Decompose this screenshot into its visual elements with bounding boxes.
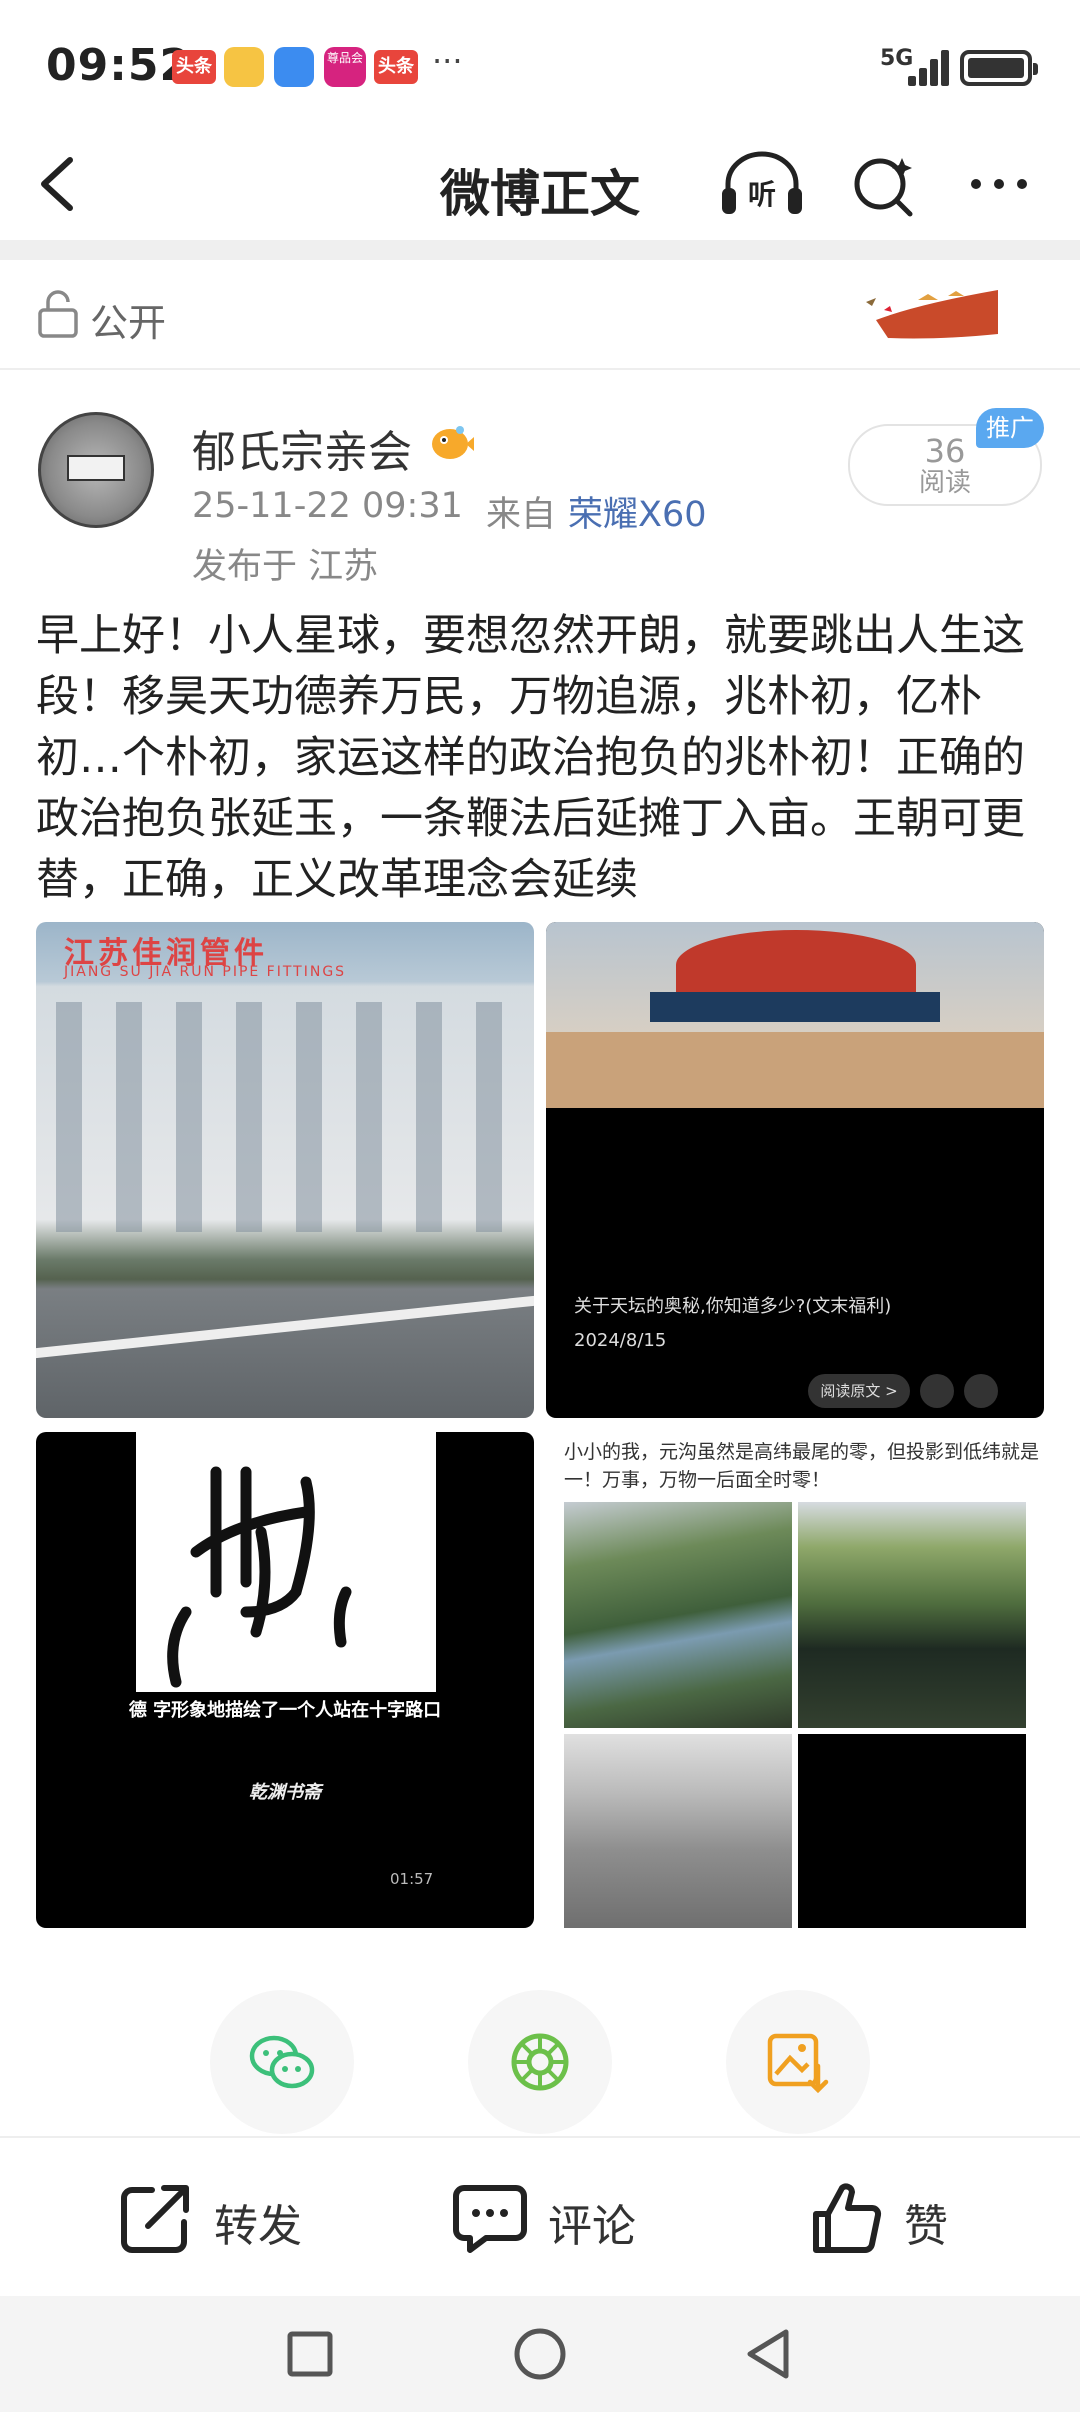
collage-photo-river [564,1502,792,1728]
collage-photo-canal [798,1502,1026,1728]
share-wechat-button[interactable] [210,1990,354,2134]
listen-label: 听 [748,178,776,211]
unlock-icon [38,290,78,338]
moments-icon [511,2033,569,2091]
post-device-link[interactable]: 荣耀X60 [568,486,707,537]
weibo-notification-icon [224,47,264,87]
wechat-icon [249,2035,315,2089]
pufferfish-badge-icon [432,426,474,459]
back-nav-icon[interactable] [736,2320,804,2388]
read-label: 阅读 [918,468,971,498]
like-label: 赞 [904,2201,948,2252]
status-bar: 09:52 头条 尊品会 头条 ··· 5G [0,0,1080,128]
article-caption: 关于天坛的奥秘,你知道多少?(文末福利) [574,1296,892,1317]
ad-tag: 推广 [976,408,1044,448]
toutiao-notification-icon: 头条 [172,50,216,84]
repost-button[interactable]: 转发 [118,2180,318,2256]
avatar-emblem [67,455,125,481]
pinpin-notification-icon: 尊品会 [324,47,366,87]
collage-photo-monument [564,1734,792,1928]
comment-button[interactable]: 评论 [452,2180,652,2256]
video-subtitle: 德 字形象地描绘了一个人站在十字路口 [128,1700,442,1721]
status-time: 09:52 [46,40,192,91]
avatar[interactable] [38,412,154,528]
great-wall-badge-icon [866,290,998,339]
post-text: 早上好！小人星球，要想忽然开朗，就要跳出人生这段！移昊天功德养万民，万物追源，兆… [36,611,1025,905]
home-icon[interactable] [506,2320,574,2388]
post-timestamp: 25-11-22 09:31 [192,486,463,526]
more-notifications-icon: ··· [432,42,463,80]
section-divider [0,240,1080,260]
signal-icon [906,46,956,86]
visibility-label: 公开 [90,301,167,345]
page-title: 微博正文 [440,165,640,223]
battery-icon [960,50,1038,86]
post-image-collage[interactable]: 小小的我，元沟虽然是高纬最尾的零，但投影到低纬就是一！万事，万物一后面全时零！ [546,1432,1044,1928]
recent-apps-icon[interactable] [276,2320,344,2388]
listen-icon[interactable]: 听 [718,148,806,220]
post-image-temple-article[interactable]: 关于天坛的奥秘,你知道多少?(文末福利) 2024/8/15 阅读原文 > [546,922,1044,1418]
collage-caption: 小小的我，元沟虽然是高纬最尾的零，但投影到低纬就是一！万事，万物一后面全时零！ [564,1441,1040,1491]
author-name[interactable]: 郁氏宗亲会 [192,416,412,480]
system-nav-bar [0,2296,1080,2412]
ancient-character-glyph [167,1466,352,1688]
comment-icon [453,2185,527,2253]
post-source-label: 来自 [486,495,557,535]
visibility-row: 公开 [0,260,1080,370]
post-image-factory[interactable]: 江苏佳润管件 JIANG SU JIA RUN PIPE FITTINGS [36,922,534,1418]
read-original-button: 阅读原文 > [808,1374,910,1408]
video-brand: 乾渊书斋 [249,1782,321,1803]
collage-photo-dark [798,1734,1026,1928]
road-marking [36,1295,534,1359]
repost-label: 转发 [214,2201,302,2252]
video-duration: 01:57 [390,1870,434,1888]
share-moments-button[interactable] [468,1990,612,2134]
more-options-icon[interactable] [964,148,1034,220]
more-icon [964,1374,998,1408]
comment-label: 评论 [548,2201,636,2252]
repost-icon [121,2185,189,2253]
search-icon[interactable] [848,148,918,220]
messages-notification-icon [274,47,314,87]
toutiao-notification-icon: 头条 [374,50,418,84]
save-image-button[interactable] [726,1990,870,2134]
share-icon [920,1374,954,1408]
factory-sign-en: JIANG SU JIA RUN PIPE FITTINGS [64,964,347,980]
temple-photo [546,922,1044,1108]
action-bar: 转发 评论 赞 [0,2136,1080,2296]
header: 微博正文 听 [0,128,1080,240]
like-button[interactable]: 赞 [808,2180,968,2256]
article-date: 2024/8/15 [574,1330,667,1351]
save-image-icon [767,2033,829,2094]
thumbs-up-icon [813,2183,882,2253]
post-location: 发布于 江苏 [192,547,379,587]
building-windows [36,1002,534,1232]
post-image-character-video[interactable]: 德 字形象地描绘了一个人站在十字路口 乾渊书斋 01:57 [36,1432,534,1928]
